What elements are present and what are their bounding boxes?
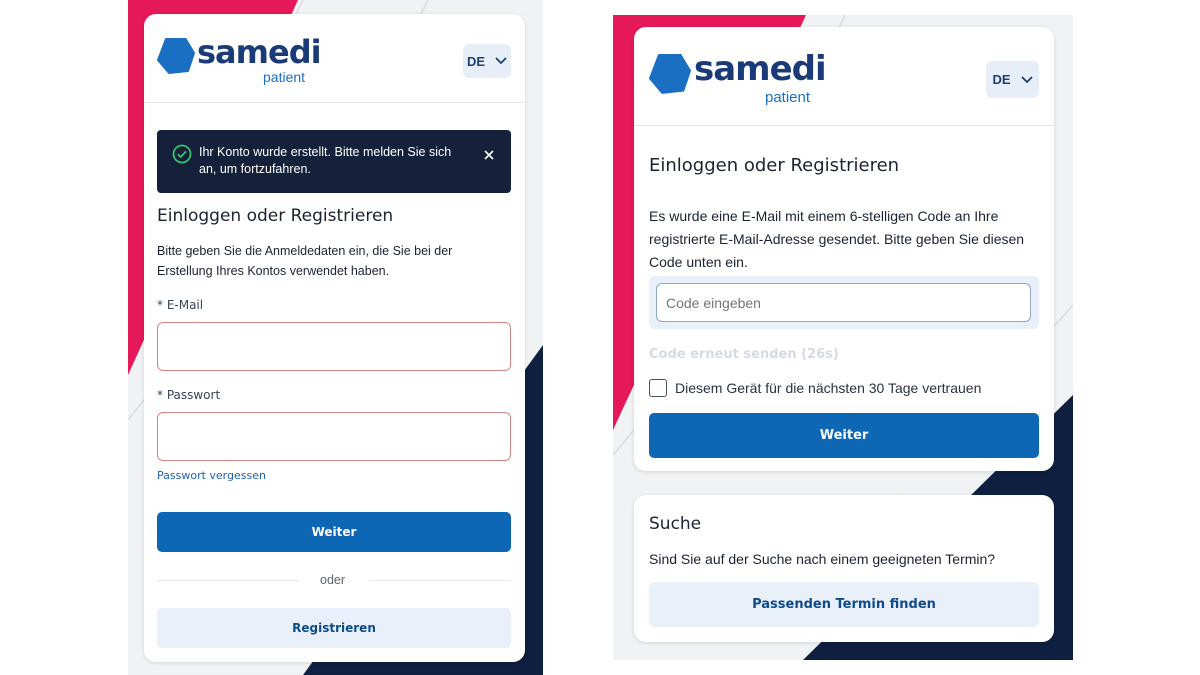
search-title: Suche xyxy=(649,514,702,534)
forgot-password-link[interactable]: Passwort vergessen xyxy=(157,469,266,482)
samedi-logo: samedi xyxy=(649,49,827,94)
search-card: Suche Sind Sie auf der Suche nach einem … xyxy=(634,495,1054,642)
page-title: Einloggen oder Registrieren xyxy=(649,155,900,176)
page-title: Einloggen oder Registrieren xyxy=(157,206,394,226)
continue-button[interactable]: Weiter xyxy=(157,512,511,552)
or-divider-left xyxy=(157,580,299,581)
login-description: Bitte geben Sie die Anmeldedaten ein, di… xyxy=(157,244,453,278)
resend-code-link[interactable]: Code erneut senden (26s) xyxy=(649,347,839,362)
trust-device-label: Diesem Gerät für die nächsten 30 Tage ve… xyxy=(675,380,982,396)
logo-subtitle: patient xyxy=(263,69,306,85)
language-value: DE xyxy=(992,72,1011,87)
trust-device-checkbox[interactable] xyxy=(649,379,667,397)
find-appointment-button[interactable]: Passenden Termin finden xyxy=(649,582,1039,627)
login-card: samedi patient DE Ihr Konto wurde erstel… xyxy=(144,14,525,662)
chevron-down-icon xyxy=(495,57,507,65)
code-input-wrapper xyxy=(649,276,1039,329)
verification-card: samedi patient DE Einloggen oder Registr… xyxy=(634,27,1054,471)
language-select[interactable]: DE xyxy=(986,61,1039,98)
logo-subtitle: patient xyxy=(765,89,811,106)
search-question: Sind Sie auf der Suche nach einem geeign… xyxy=(649,551,996,567)
language-value: DE xyxy=(466,53,486,69)
continue-button[interactable]: Weiter xyxy=(649,413,1039,458)
logo-text: samedi xyxy=(197,33,322,71)
verification-screen-right: samedi patient DE Einloggen oder Registr… xyxy=(613,15,1073,660)
password-label: * Passwort xyxy=(157,388,221,402)
language-select[interactable]: DE xyxy=(463,44,511,78)
email-field[interactable] xyxy=(157,322,511,371)
close-icon[interactable] xyxy=(484,150,494,160)
or-label: oder xyxy=(320,573,346,587)
header-divider xyxy=(144,102,525,103)
chevron-down-icon xyxy=(1020,75,1033,83)
login-screen-left: samedi patient DE Ihr Konto wurde erstel… xyxy=(128,0,543,675)
check-circle-icon xyxy=(172,144,192,164)
hexagon-logo-icon xyxy=(649,54,691,94)
register-button[interactable]: Registrieren xyxy=(157,608,511,648)
hexagon-logo-icon xyxy=(157,38,195,74)
header-divider xyxy=(634,125,1054,126)
email-label: * E-Mail xyxy=(157,298,204,312)
toast-message: Ihr Konto wurde erstellt. Bitte melden S… xyxy=(199,145,452,176)
password-field[interactable] xyxy=(157,412,511,461)
verification-description: Es wurde eine E-Mail mit einem 6-stellig… xyxy=(649,208,1025,270)
success-toast: Ihr Konto wurde erstellt. Bitte melden S… xyxy=(157,130,511,193)
or-divider-right xyxy=(369,580,511,581)
logo-text: samedi xyxy=(694,49,827,89)
code-input[interactable] xyxy=(656,283,1031,322)
